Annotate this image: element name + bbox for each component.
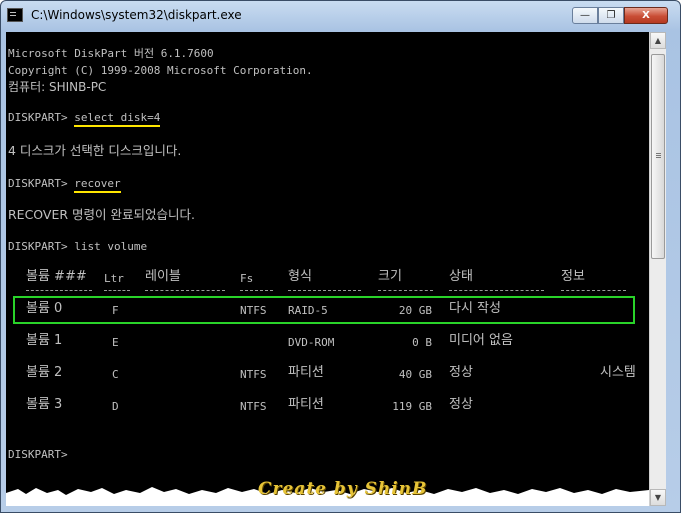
scroll-up-button[interactable]: ▲ bbox=[650, 32, 666, 49]
cell-status: 정상 bbox=[449, 397, 473, 412]
col-header-fs: Fs bbox=[240, 272, 254, 285]
col-header-size: 크기 bbox=[378, 269, 402, 284]
header-divider bbox=[378, 290, 433, 291]
output-line-1: 4 디스크가 선택한 디스크입니다. bbox=[8, 143, 182, 158]
console-app-icon bbox=[7, 8, 23, 22]
prompt: DISKPART> bbox=[8, 240, 75, 253]
minimize-button[interactable]: — bbox=[572, 7, 598, 24]
window-controls: — ❐ X bbox=[572, 7, 668, 25]
header-computer-line: 컴퓨터: SHINB-PC bbox=[8, 80, 107, 94]
maximize-icon: ❐ bbox=[606, 10, 616, 21]
col-header-status: 상태 bbox=[449, 269, 473, 284]
cell-status: 정상 bbox=[449, 365, 473, 380]
chevron-up-icon: ▲ bbox=[654, 36, 662, 45]
scroll-down-button[interactable]: ▼ bbox=[650, 489, 666, 506]
cell-fs: NTFS bbox=[240, 368, 267, 381]
header-divider bbox=[288, 290, 361, 291]
cell-size: 40 GB bbox=[398, 368, 432, 381]
cell-volume: 볼륨 1 bbox=[26, 333, 63, 348]
col-header-label: 레이블 bbox=[145, 269, 181, 284]
prompt: DISKPART> bbox=[8, 177, 75, 190]
header-divider bbox=[561, 290, 626, 291]
header-divider bbox=[449, 290, 544, 291]
cell-ltr: D bbox=[112, 400, 119, 413]
command-line-2: DISKPART> recover bbox=[8, 177, 121, 193]
minimize-icon: — bbox=[580, 10, 590, 21]
console-window: C:\Windows\system32\diskpart.exe — ❐ X M… bbox=[0, 0, 681, 513]
close-icon: X bbox=[642, 10, 650, 21]
scroll-thumb[interactable] bbox=[651, 54, 665, 259]
prompt: DISKPART> bbox=[8, 111, 75, 124]
header-divider bbox=[240, 290, 273, 291]
col-header-volume: 볼륨 ### bbox=[26, 269, 87, 284]
cell-fs: NTFS bbox=[240, 400, 267, 413]
cell-type: 파티션 bbox=[288, 397, 324, 412]
watermark-text: Create by ShinB bbox=[258, 479, 428, 499]
final-prompt-line: DISKPART> bbox=[8, 448, 68, 461]
cell-size: 0 B bbox=[412, 336, 432, 349]
header-copyright-line: Copyright (C) 1999-2008 Microsoft Corpor… bbox=[8, 64, 313, 77]
output-line-2: RECOVER 명령이 완료되었습니다. bbox=[8, 207, 195, 222]
cell-type: DVD-ROM bbox=[288, 336, 335, 349]
command-line-1: DISKPART> select disk=4 bbox=[8, 111, 161, 127]
cell-info: 시스템 bbox=[600, 365, 636, 380]
grip-icon bbox=[656, 153, 661, 154]
cell-size: 119 GB bbox=[392, 400, 432, 413]
highlight-box-raid5-row bbox=[13, 296, 635, 324]
cell-ltr: E bbox=[112, 336, 119, 349]
close-button[interactable]: X bbox=[624, 7, 668, 24]
cell-type: 파티션 bbox=[288, 365, 324, 380]
header-divider bbox=[104, 290, 130, 291]
col-header-type: 형식 bbox=[288, 269, 312, 284]
command-line-3: DISKPART> list volume bbox=[8, 240, 147, 254]
header-version-line: Microsoft DiskPart 버전 6.1.7600 bbox=[8, 47, 214, 60]
command-recover: recover bbox=[74, 177, 121, 193]
chevron-down-icon: ▼ bbox=[654, 493, 662, 502]
maximize-button[interactable]: ❐ bbox=[598, 7, 624, 24]
col-header-info: 정보 bbox=[561, 269, 585, 284]
vertical-scrollbar[interactable]: ▲ ▼ bbox=[649, 32, 666, 506]
command-select-disk: select disk=4 bbox=[74, 111, 161, 127]
header-divider bbox=[145, 290, 225, 291]
col-header-ltr: Ltr bbox=[104, 272, 124, 285]
cell-volume: 볼륨 2 bbox=[26, 365, 63, 380]
cell-volume: 볼륨 3 bbox=[26, 397, 63, 412]
title-bar[interactable]: C:\Windows\system32\diskpart.exe — ❐ X bbox=[1, 1, 680, 31]
cell-ltr: C bbox=[112, 368, 119, 381]
header-divider bbox=[26, 290, 92, 291]
console-output[interactable]: Microsoft DiskPart 버전 6.1.7600 Copyright… bbox=[6, 32, 649, 506]
cell-status: 미디어 없음 bbox=[449, 333, 513, 348]
command-list-volume: list volume bbox=[74, 240, 148, 253]
window-title: C:\Windows\system32\diskpart.exe bbox=[31, 8, 242, 22]
